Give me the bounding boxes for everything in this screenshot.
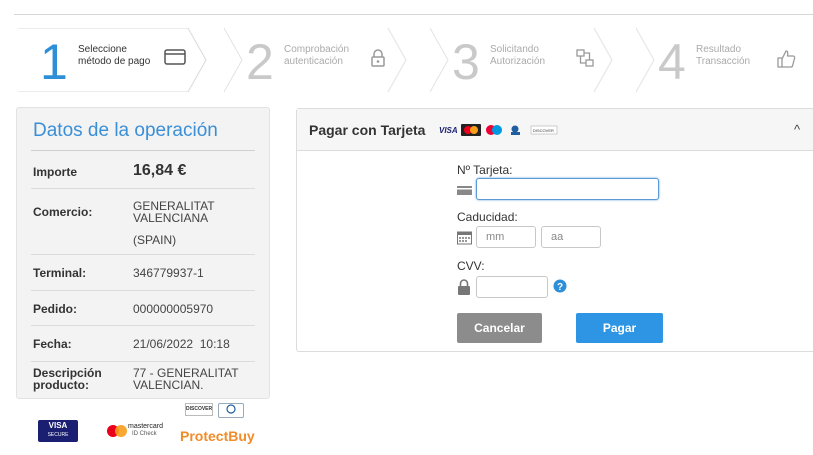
amount-value: 16,84 €: [133, 162, 187, 179]
padlock-icon: [458, 279, 470, 295]
step-label: Solicitando Autorización: [490, 44, 546, 67]
summary-row-merchant: Comercio: GENERALITAT VALENCIANA (SPAIN): [31, 189, 255, 255]
card-icon: [164, 49, 186, 65]
lock-icon: [371, 49, 385, 67]
mastercard-id-check-logo: mastercard ID Check: [106, 422, 170, 440]
card-panel-header[interactable]: Pagar con Tarjeta VISA DISCOVER ^: [297, 109, 813, 151]
svg-text:?: ?: [557, 282, 563, 293]
summary-row-date: Fecha: 21/06/2022 10:18: [31, 326, 255, 362]
cvv-label: CVV:: [457, 259, 485, 273]
top-divider: [14, 14, 813, 15]
summary-row-order: Pedido: 000000005970: [31, 291, 255, 326]
security-logos: VISA SECURE mastercard ID Check DISCOVER…: [16, 402, 270, 452]
cvv-input[interactable]: [476, 276, 548, 298]
svg-text:DISCOVER: DISCOVER: [533, 128, 554, 133]
order-value: 000000005970: [133, 302, 214, 316]
card-brands-icon: VISA DISCOVER: [439, 124, 558, 136]
step-3: 3 Solicitando Autorización: [430, 28, 620, 92]
summary-row-terminal: Terminal: 346779937-1: [31, 255, 255, 291]
order-label: Pedido:: [33, 302, 77, 316]
amount-label: Importe: [33, 165, 78, 179]
merchant-value: GENERALITAT VALENCIANA: [133, 199, 215, 225]
description-label: Descripción producto:: [33, 366, 102, 392]
diners-club-logo: [218, 403, 244, 418]
summary-row-description: Descripción producto: 77 - GENERALITAT V…: [31, 362, 255, 398]
step-number: 4: [658, 34, 686, 90]
step-4: 4 Resultado Transacción: [636, 28, 813, 92]
thumbs-up-icon: [777, 50, 796, 68]
summary-title: Datos de la operación: [33, 120, 218, 141]
card-number-label: Nº Tarjeta:: [457, 163, 513, 177]
terminal-value: 346779937-1: [133, 266, 204, 280]
calendar-icon: [457, 231, 472, 245]
help-icon[interactable]: ?: [553, 279, 567, 293]
protectbuy-logo: ProtectBuy: [180, 428, 255, 444]
step-2: 2 Comprobación autenticación: [224, 28, 414, 92]
discover-logo: DISCOVER: [185, 403, 213, 416]
expiry-label: Caducidad:: [457, 210, 518, 224]
collapse-chevron-icon[interactable]: ^: [794, 122, 800, 137]
card-number-icon: [457, 186, 472, 195]
operation-summary-panel: Datos de la operación Importe 16,84 € Co…: [16, 107, 270, 399]
terminal-label: Terminal:: [33, 266, 87, 280]
visa-secure-logo: VISA SECURE: [38, 420, 78, 442]
step-label: Resultado Transacción: [696, 44, 751, 67]
summary-row-amount: Importe 16,84 €: [31, 151, 255, 189]
card-number-input[interactable]: [476, 178, 659, 200]
pay-with-card-panel: Pagar con Tarjeta VISA DISCOVER ^ Nº Tar…: [296, 108, 813, 352]
date-label: Fecha:: [33, 337, 72, 351]
step-label: Seleccione método de pago: [78, 44, 151, 67]
payment-steps: 1 Seleccione método de pago 2 Comprobació…: [18, 28, 813, 92]
card-panel-title: Pagar con Tarjeta: [309, 122, 426, 138]
step-label: Comprobación autenticación: [284, 44, 350, 67]
step-number: 3: [452, 34, 480, 90]
pay-button[interactable]: Pagar: [576, 313, 663, 343]
network-icon: [576, 49, 594, 67]
step-number: 1: [40, 34, 68, 90]
svg-text:VISA: VISA: [439, 126, 458, 135]
step-number: 2: [246, 34, 274, 90]
cancel-button[interactable]: Cancelar: [457, 313, 542, 343]
step-1: 1 Seleccione método de pago: [18, 28, 208, 92]
expiry-month-input[interactable]: mm: [476, 226, 536, 248]
description-value: 77 - GENERALITAT VALENCIAN.: [133, 366, 239, 392]
expiry-year-input[interactable]: aa: [541, 226, 601, 248]
date-value: 21/06/2022 10:18: [133, 337, 230, 351]
merchant-label: Comercio:: [33, 205, 93, 219]
merchant-country: (SPAIN): [133, 233, 177, 247]
